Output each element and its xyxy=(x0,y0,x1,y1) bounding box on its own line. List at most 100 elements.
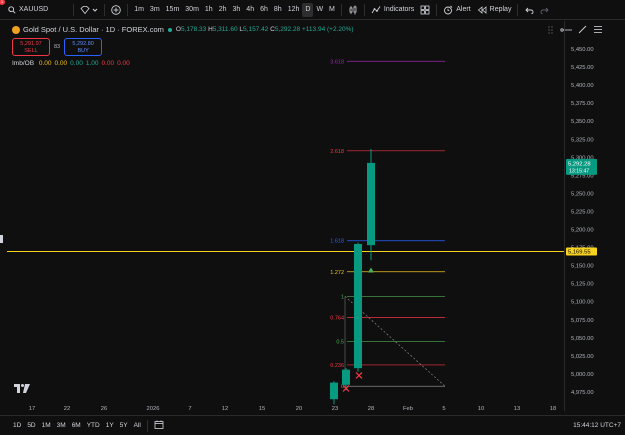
indicator-value: 0.00 xyxy=(38,60,52,67)
price-tick: 5,400.00 xyxy=(571,83,594,89)
redo-button[interactable] xyxy=(537,0,553,20)
symbol-search[interactable]: 1 XAUUSD xyxy=(0,0,51,20)
range-5Y[interactable]: 5Y xyxy=(117,422,131,429)
range-1D[interactable]: 1D xyxy=(10,422,24,429)
add-symbol-button[interactable] xyxy=(108,0,124,20)
spread-value: 83 xyxy=(54,44,61,50)
time-tick: 15 xyxy=(259,406,265,412)
time-scale: 17 22 26 2026 7 12 15 20 23 28 Feb 5 10 13 18 xyxy=(29,406,556,412)
clock[interactable]: 15:44:12 UTC+7 xyxy=(573,422,621,429)
timeframe-3m[interactable]: 3m xyxy=(147,3,163,17)
drawing-toolbar xyxy=(0,21,7,435)
countdown-value: 13:15:47 xyxy=(569,168,589,174)
rewind-icon xyxy=(477,5,487,14)
indicators-button[interactable]: Indicators xyxy=(368,0,417,20)
timeframe-1h[interactable]: 1h xyxy=(202,3,216,17)
price-tick: 4,975.00 xyxy=(571,390,594,396)
range-All[interactable]: All xyxy=(131,422,144,429)
price-axis[interactable]: 5,450.00 5,425.00 5,400.00 5,375.00 5,350.00… xyxy=(564,21,625,411)
price-tick: 5,350.00 xyxy=(571,119,594,125)
time-tick: 2026 xyxy=(147,406,160,412)
timeframe-12h[interactable]: 12h xyxy=(285,3,303,17)
range-3M[interactable]: 3M xyxy=(54,422,69,429)
price-tick: 5,250.00 xyxy=(571,191,594,197)
time-tick: 20 xyxy=(296,406,302,412)
fib-level-label: 1.272 xyxy=(330,270,344,276)
price-tick: 5,450.00 xyxy=(571,47,594,53)
undo-button[interactable] xyxy=(521,0,537,20)
alert-button[interactable]: Alert xyxy=(440,0,473,20)
time-tick: 7 xyxy=(188,406,191,412)
templates-button[interactable] xyxy=(417,0,433,20)
chart-legend: Gold Spot / U.S. Dollar · 1D · FOREX.com… xyxy=(12,25,354,34)
indicator-value: 0.00 xyxy=(70,60,83,67)
indicator-value: 0.00 xyxy=(101,60,115,67)
candle-body[interactable] xyxy=(330,382,338,400)
drag-grid-icon[interactable] xyxy=(548,25,554,34)
candles-icon xyxy=(349,5,357,14)
divider xyxy=(340,3,342,16)
price-tick: 5,225.00 xyxy=(571,209,594,215)
timeframe-M[interactable]: M xyxy=(326,3,338,17)
undo-icon xyxy=(525,7,534,14)
indicator-name: Imb/OB xyxy=(12,60,35,67)
search-icon xyxy=(8,5,16,14)
range-1M[interactable]: 1M xyxy=(39,422,54,429)
indicator-value: 1.00 xyxy=(85,60,99,67)
timeframe-6h[interactable]: 6h xyxy=(257,3,271,17)
go-to-date-button[interactable] xyxy=(151,420,167,431)
timeframe-15m[interactable]: 15m xyxy=(163,3,183,17)
low-value: 5,157.42 xyxy=(243,26,269,33)
fib-level-label: 0.764 xyxy=(330,316,344,322)
timeframe-4h[interactable]: 4h xyxy=(243,3,257,17)
market-open-dot-icon xyxy=(167,27,172,32)
price-tick: 5,200.00 xyxy=(571,228,594,234)
sell-price: 5,291.97 xyxy=(20,41,42,47)
indicator-values: 0.00 0.00 0.00 1.00 0.00 0.00 xyxy=(36,60,130,67)
sell-button[interactable]: 5,291.97 SELL xyxy=(12,38,50,56)
grid-icon xyxy=(420,5,430,14)
favorite-dropdown[interactable] xyxy=(77,0,101,20)
notification-badge: 1 xyxy=(0,0,5,5)
timeframe-2h[interactable]: 2h xyxy=(216,3,230,17)
price-tick: 5,150.00 xyxy=(571,264,594,270)
timeframe-D[interactable]: D xyxy=(302,2,314,17)
indicator-legend[interactable]: Imb/OB 0.00 0.00 0.00 1.00 0.00 0.00 xyxy=(12,60,130,67)
time-tick: 23 xyxy=(332,406,338,412)
toolbar-handle[interactable] xyxy=(0,235,3,243)
candle-body[interactable] xyxy=(342,369,350,385)
replay-button[interactable]: Replay xyxy=(474,0,515,20)
trade-panel: 5,291.97 SELL 83 5,292.80 BUY xyxy=(12,38,103,56)
timeframe-W[interactable]: W xyxy=(313,3,326,17)
plus-circle-icon xyxy=(111,4,121,15)
high-value: 5,311.60 xyxy=(212,26,238,33)
alarm-clock-icon xyxy=(444,5,453,14)
chart-background xyxy=(7,21,564,411)
time-tick: 18 xyxy=(550,406,556,412)
candle-body[interactable] xyxy=(354,243,362,369)
range-6M[interactable]: 6M xyxy=(69,422,84,429)
open-value: 5,178.33 xyxy=(180,26,207,33)
range-5D[interactable]: 5D xyxy=(24,422,38,429)
timeframe-3h[interactable]: 3h xyxy=(230,3,244,17)
price-tick: 5,325.00 xyxy=(571,137,594,143)
time-axis[interactable]: 17 22 26 2026 7 12 15 20 23 28 Feb 5 10 13 18 xyxy=(7,401,564,415)
range-1Y[interactable]: 1Y xyxy=(103,422,117,429)
range-YTD[interactable]: YTD xyxy=(84,422,103,429)
price-chart[interactable]: 3.6182.6181.6181.27210.7640.50.2360 xyxy=(7,21,564,411)
divider xyxy=(517,3,519,16)
change-value: +113.94 (+2.20%) xyxy=(301,26,354,33)
time-tick: 5 xyxy=(442,406,445,412)
candle-body[interactable] xyxy=(367,162,375,246)
timeframe-30m[interactable]: 30m xyxy=(182,3,202,17)
timeframe-1m[interactable]: 1m xyxy=(131,3,147,17)
price-tick: 5,375.00 xyxy=(571,101,594,107)
divider xyxy=(104,3,106,16)
chart-type-button[interactable] xyxy=(345,0,361,20)
time-tick: 26 xyxy=(101,406,107,412)
close-value: 5,292.28 xyxy=(274,26,301,33)
price-scale: 5,450.00 5,425.00 5,400.00 5,375.00 5,350.00… xyxy=(566,47,597,396)
buy-button[interactable]: 5,292.80 BUY xyxy=(64,38,103,56)
timeframe-8h[interactable]: 8h xyxy=(271,3,285,17)
time-tick: Feb xyxy=(403,406,413,412)
